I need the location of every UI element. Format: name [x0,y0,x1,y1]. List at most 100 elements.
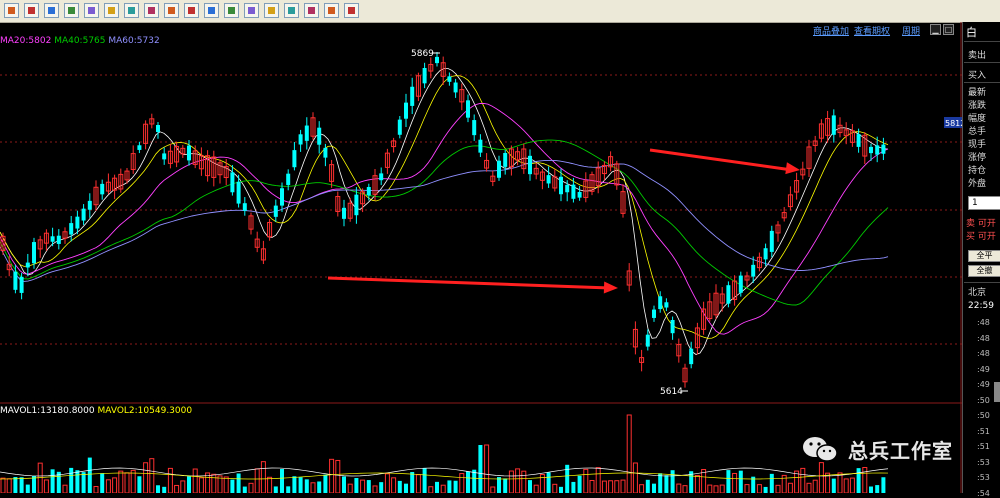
tool-10-button[interactable] [184,3,199,18]
volume-bar-up [521,470,527,493]
candle-down [13,271,18,290]
volume-bar-up [360,479,366,493]
tool-4-button[interactable] [64,3,79,18]
volume-bar-down [379,482,384,493]
volume-bar-down [559,486,563,493]
arrow-upper-head [785,162,800,175]
candle-down [69,223,74,235]
restore-icon[interactable]: □ [943,24,954,35]
tool-1-button[interactable] [4,3,19,18]
candle-down [726,285,731,304]
tool-3-button[interactable] [44,3,59,18]
volume-bar-down [25,484,30,493]
volume-bar-up [211,473,217,493]
candle-down [162,153,167,160]
volume-bar-up [254,468,260,493]
ma60-line [0,159,889,282]
volume-bar-up [595,467,601,493]
candlestick-chart[interactable]: 5869 5614 5812 [0,22,962,493]
scrollbar-thumb[interactable] [994,382,1000,402]
tool-18-button[interactable] [344,3,359,18]
candle-down [354,194,359,216]
tool-17-button[interactable] [324,3,339,18]
candle-down [286,173,291,185]
tool-7-button[interactable] [124,3,139,18]
candle-down [497,160,501,178]
tool-14-button[interactable] [264,3,279,18]
volume-bar-up [818,462,824,493]
candle-down [75,216,80,229]
volume-bar-up [812,479,818,493]
tick-time: :51 [977,426,990,436]
field-cur-volume: 现手 [968,140,987,150]
volume-bar-down [156,485,160,493]
tool-12-button[interactable] [224,3,239,18]
candle-down [577,191,582,198]
volume-bar-up [552,483,558,493]
volume-bar-up [174,484,180,493]
sell-button[interactable]: 卖出 [968,48,986,61]
candle-down [304,125,309,141]
candle-down [528,155,532,175]
volume-bar-down [546,472,551,493]
toolbar [0,0,1000,23]
candle-down [689,348,694,365]
candle-down [273,205,278,217]
ma60-value: MA60:5732 [108,36,160,46]
close-all-button[interactable]: 全平 [968,250,1000,262]
volume-bar-up [837,472,843,493]
candle-down [831,115,836,135]
tool-16-button[interactable] [304,3,319,18]
volume-legend: MAVOL1:13180.8000 MAVOL2:10549.3000 [0,406,192,416]
tool-6-button[interactable] [104,3,119,18]
volume-bar-up [198,477,204,493]
volume-bar-up [800,467,806,493]
cancel-all-button[interactable]: 全撤 [968,265,1000,277]
volume-bar-up [676,483,682,493]
volume-bar-up [713,485,719,493]
candle-down [738,275,743,293]
clock-time: 22:59 [968,301,994,311]
watermark-text: 总兵工作室 [848,439,953,463]
candle-down [87,200,92,210]
minimize-icon[interactable]: ▁ [930,24,941,35]
tick-time: :53 [977,473,990,482]
view-options-link[interactable]: 查看期权 [854,24,890,37]
volume-bar-down [342,476,346,493]
candle-down [298,134,303,145]
candle-down [19,276,24,293]
candle-down [571,184,576,199]
volume-bar-up [719,484,725,493]
volume-bar-down [50,469,55,493]
tool-13-button[interactable] [244,3,259,18]
tool-2-button[interactable] [24,3,39,18]
volume-bar-down [658,473,663,493]
candle-down [230,172,235,193]
candle-down [32,242,36,264]
candle-down [664,302,669,308]
overlay-link[interactable]: 商品叠加 [813,24,849,37]
tick-time: :48 [977,318,990,327]
volume-bar-down [397,480,402,493]
quantity-input[interactable]: 1 [968,196,1000,210]
volume-bar-down [13,477,18,493]
candle-down [435,56,439,64]
tool-8-button[interactable] [144,3,159,18]
volume-bar-down [738,470,743,493]
volume-bar-up [329,458,335,493]
volume-bar-up [180,480,186,493]
tool-9-button[interactable] [164,3,179,18]
volume-bar-down [162,486,167,493]
tool-5-button[interactable] [84,3,99,18]
volume-bar-down [32,475,36,493]
period-link[interactable]: 周期 [902,24,920,37]
buy-button[interactable]: 买入 [968,68,986,81]
volume-bar-up [384,473,390,493]
volume-bars [0,414,889,493]
tool-11-button[interactable] [204,3,219,18]
tool-15-button[interactable] [284,3,299,18]
ma20-value: MA20:5802 [0,36,52,46]
ma20-line [0,102,889,335]
candle-down [236,181,241,204]
volume-bar-up [484,444,490,493]
